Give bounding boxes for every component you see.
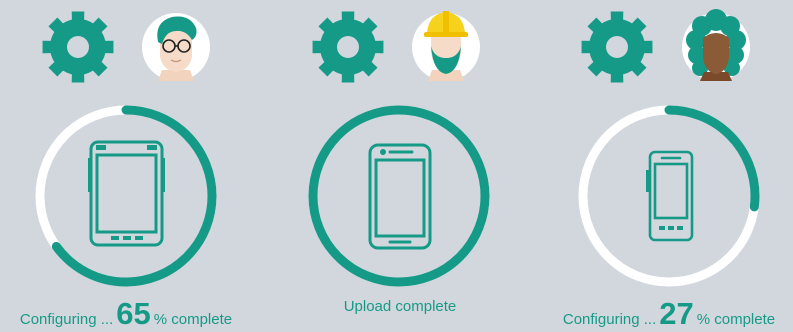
- smartphone-icon: [368, 143, 432, 250]
- rugged-tablet-icon: [88, 140, 165, 247]
- gear-icon: [581, 11, 653, 83]
- user-with-curly-hair-icon: [682, 9, 750, 81]
- status-suffix: % complete: [153, 311, 233, 328]
- panel-3: [578, 9, 760, 287]
- progress-percent: 27: [659, 296, 694, 331]
- progress-percent: 65: [116, 296, 151, 331]
- status-line-3: Configuring ... 27 % complete: [549, 298, 789, 332]
- panel-1: [35, 11, 217, 287]
- status-text: Upload complete: [343, 298, 457, 315]
- status-line-2: Upload complete: [280, 298, 520, 332]
- status-suffix: % complete: [696, 311, 776, 328]
- device-setup-illustration: [35, 9, 760, 287]
- worker-with-hard-hat-icon: [412, 11, 480, 81]
- gear-icon: [42, 11, 114, 83]
- gear-icon: [312, 11, 384, 83]
- progress-ring-fill: [308, 105, 490, 287]
- panel-2: [308, 11, 490, 287]
- rugged-handheld-icon: [646, 150, 694, 242]
- status-line-1: Configuring ... 65 % complete: [6, 298, 246, 332]
- status-prefix: Configuring ...: [19, 311, 114, 328]
- user-with-glasses-icon: [142, 13, 210, 81]
- status-prefix: Configuring ...: [562, 311, 657, 328]
